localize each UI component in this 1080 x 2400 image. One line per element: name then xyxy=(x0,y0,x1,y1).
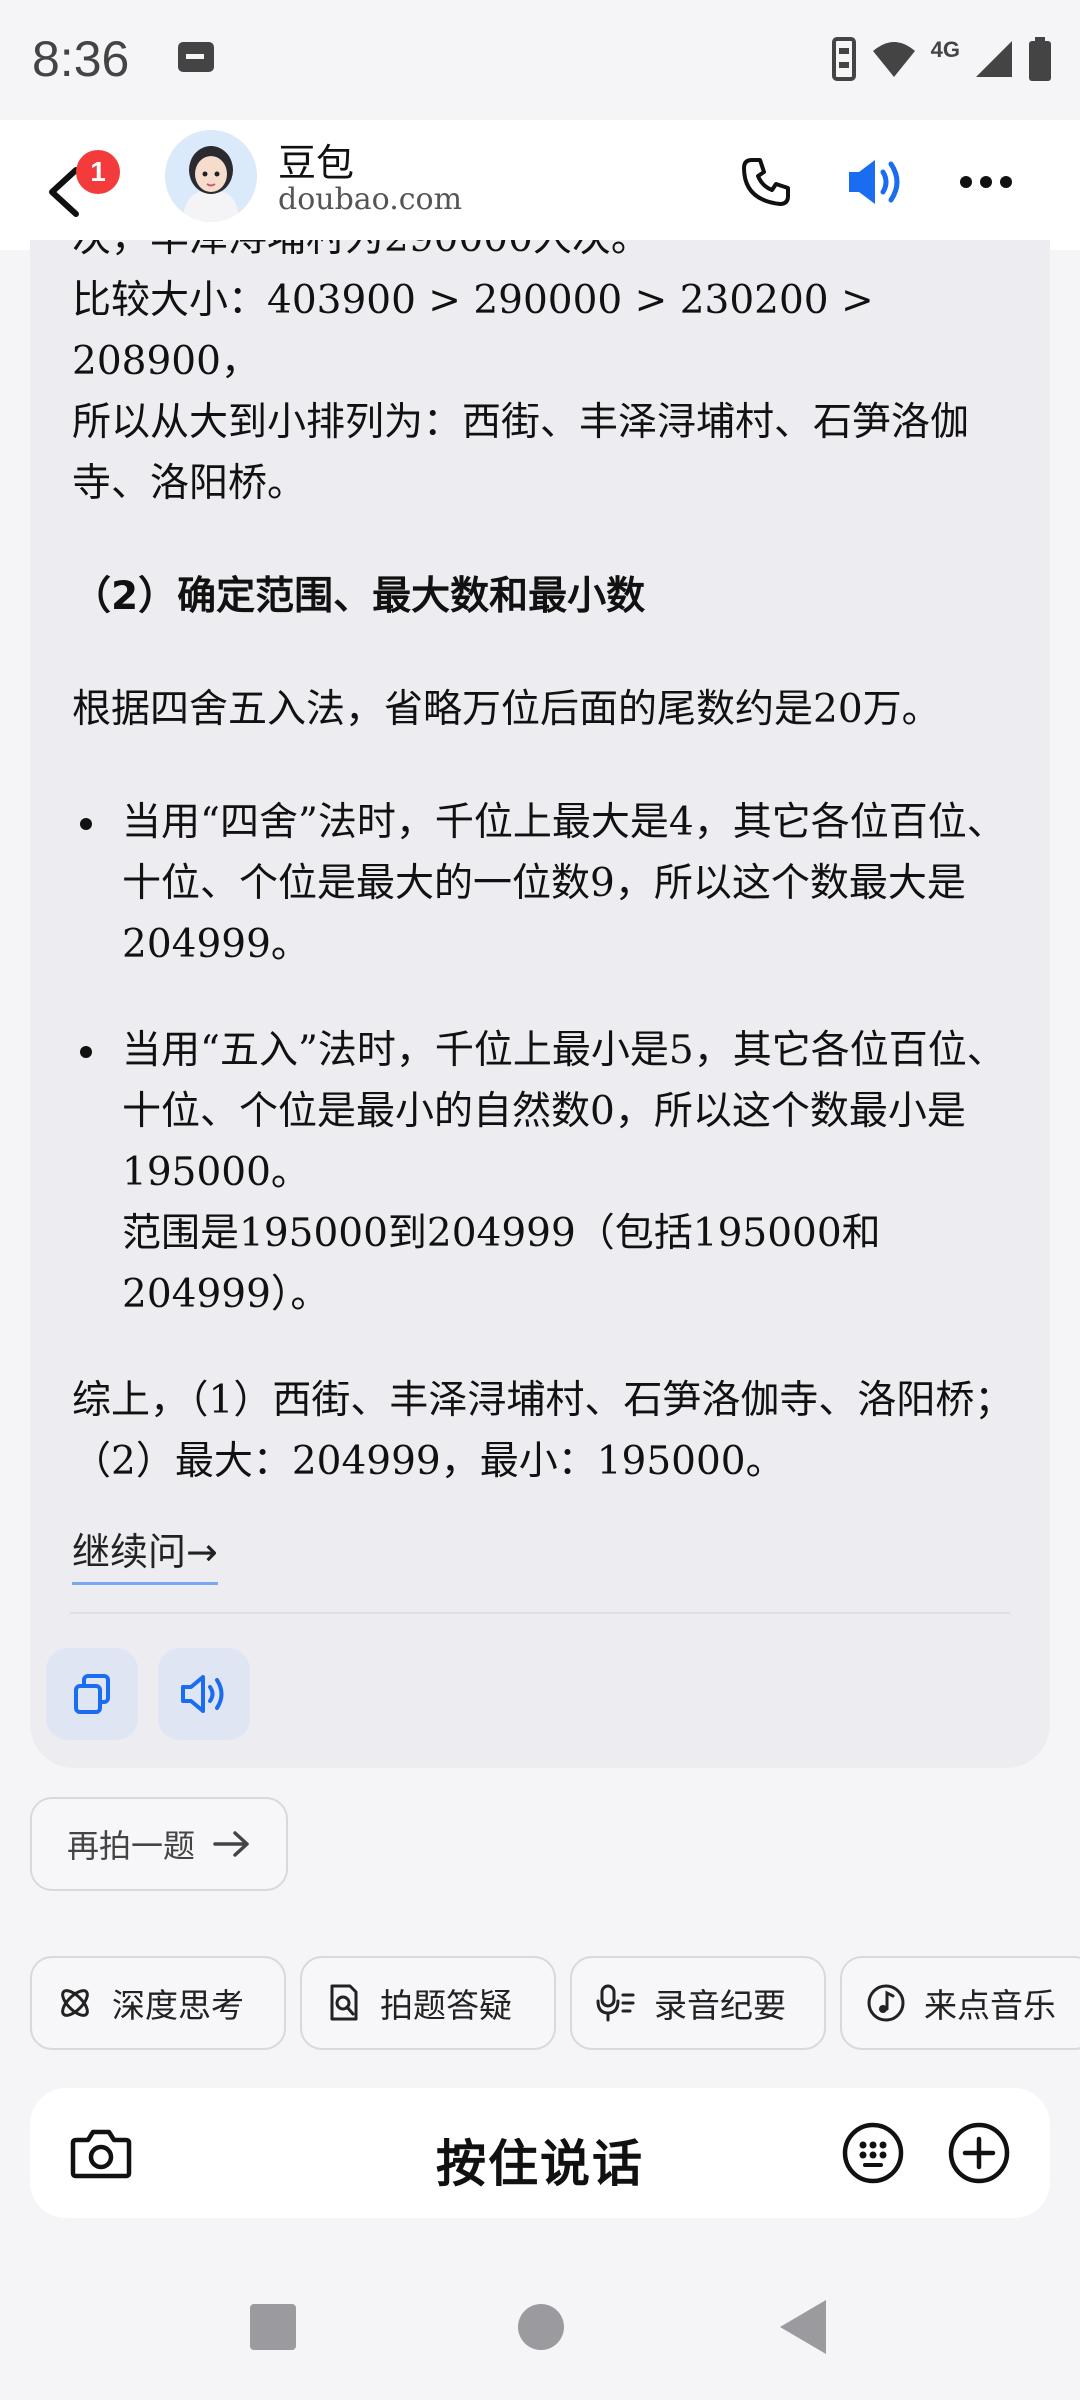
summary: 综上，（1）西街、丰泽浔埔村、石笋洛伽寺、洛阳桥；（2）最大：204999，最小… xyxy=(72,1378,1014,1484)
phone-icon xyxy=(742,158,790,206)
speaker-icon xyxy=(849,160,900,204)
status-icons: 4G xyxy=(831,34,1052,84)
phone-call-button[interactable] xyxy=(728,144,804,220)
bullet-list: 当用“四舍”法时，千位上最大是4，其它各位百位、十位、个位是最大的一位数9，所以… xyxy=(72,792,1022,1325)
system-nav-bar xyxy=(0,2260,1080,2400)
continue-ask-link[interactable]: 继续问→ xyxy=(72,1524,218,1585)
document-search-icon xyxy=(330,1984,358,2021)
copy-icon xyxy=(74,1674,110,1714)
music-note-icon xyxy=(867,1984,905,2022)
ordering-result: 所以从大到小排列为：西街、丰泽浔埔村、石笋洛伽寺、洛阳桥。 xyxy=(72,400,970,506)
bot-avatar[interactable] xyxy=(165,130,257,222)
system-back-button[interactable] xyxy=(780,2300,826,2354)
chip-recording-notes[interactable]: 录音纪要 xyxy=(570,1956,826,2050)
more-dots-icon xyxy=(960,176,1012,188)
keyboard-toggle-button[interactable] xyxy=(836,2116,910,2190)
avatar-illustration xyxy=(165,130,257,222)
keypad-icon xyxy=(842,2122,904,2184)
battery-icon xyxy=(1029,37,1051,81)
speaker-icon xyxy=(181,1675,224,1713)
bot-name: 豆包 xyxy=(278,141,355,185)
home-button[interactable] xyxy=(518,2304,564,2350)
cut-off-line: 次，丰泽浔埔村为290000人次。 xyxy=(72,240,1022,270)
chat-header: 1 豆包 doubao.com xyxy=(0,120,1080,250)
more-options-button[interactable] xyxy=(948,144,1024,220)
status-bar: 8:36 4G xyxy=(0,0,1080,120)
retake-question-button[interactable]: 再拍一题 xyxy=(30,1797,288,1891)
copy-button[interactable] xyxy=(46,1648,138,1740)
answer-content: 次，丰泽浔埔村为290000人次。 比较大小：403900 > 290000 >… xyxy=(72,240,1022,1585)
network-type: 4G xyxy=(930,37,960,62)
unread-badge: 1 xyxy=(76,150,120,194)
divider xyxy=(70,1612,1010,1614)
section-heading: （2）确定范围、最大数和最小数 xyxy=(72,574,646,619)
arrow-right-icon xyxy=(213,1831,249,1857)
voice-playback-button[interactable] xyxy=(838,144,914,220)
input-bar: 按住说话 xyxy=(30,2088,1050,2218)
plus-circle-icon xyxy=(948,2122,1010,2184)
answer-card: 次，丰泽浔埔村为290000人次。 比较大小：403900 > 290000 >… xyxy=(30,240,1050,1768)
sim-notification-icon xyxy=(178,42,214,72)
recents-button[interactable] xyxy=(250,2304,296,2350)
bot-domain: doubao.com xyxy=(278,182,463,217)
chip-deep-thinking[interactable]: 深度思考 xyxy=(30,1956,286,2050)
wifi-icon xyxy=(872,42,915,77)
chip-music[interactable]: 来点音乐 xyxy=(840,1956,1080,2050)
read-aloud-button[interactable] xyxy=(158,1648,250,1740)
retake-label: 再拍一题 xyxy=(66,1827,195,1865)
chip-photo-question[interactable]: 拍题答疑 xyxy=(300,1956,556,2050)
status-time: 8:36 xyxy=(32,31,130,87)
comparison-line: 比较大小：403900 > 290000 > 230200 > 208900， xyxy=(72,278,874,384)
range-text: 范围是195000到204999（包括195000和204999）。 xyxy=(122,1211,881,1317)
rounding-intro: 根据四舍五入法，省略万位后面的尾数约是20万。 xyxy=(72,687,941,732)
more-tools-button[interactable] xyxy=(942,2116,1016,2190)
list-item: 当用“四舍”法时，千位上最大是4，其它各位百位、十位、个位是最大的一位数9，所以… xyxy=(72,792,1022,975)
vibrate-icon xyxy=(831,37,856,81)
atom-icon xyxy=(61,1989,89,2017)
quick-action-chips: 深度思考 拍题答疑 录音纪要 来点音乐 xyxy=(30,1956,1080,2052)
signal-icon xyxy=(976,41,1012,77)
microphone-icon xyxy=(596,1984,635,2022)
list-item: 当用“五入”法时，千位上最小是5，其它各位百位、十位、个位是最小的自然数0，所以… xyxy=(72,1020,1022,1325)
